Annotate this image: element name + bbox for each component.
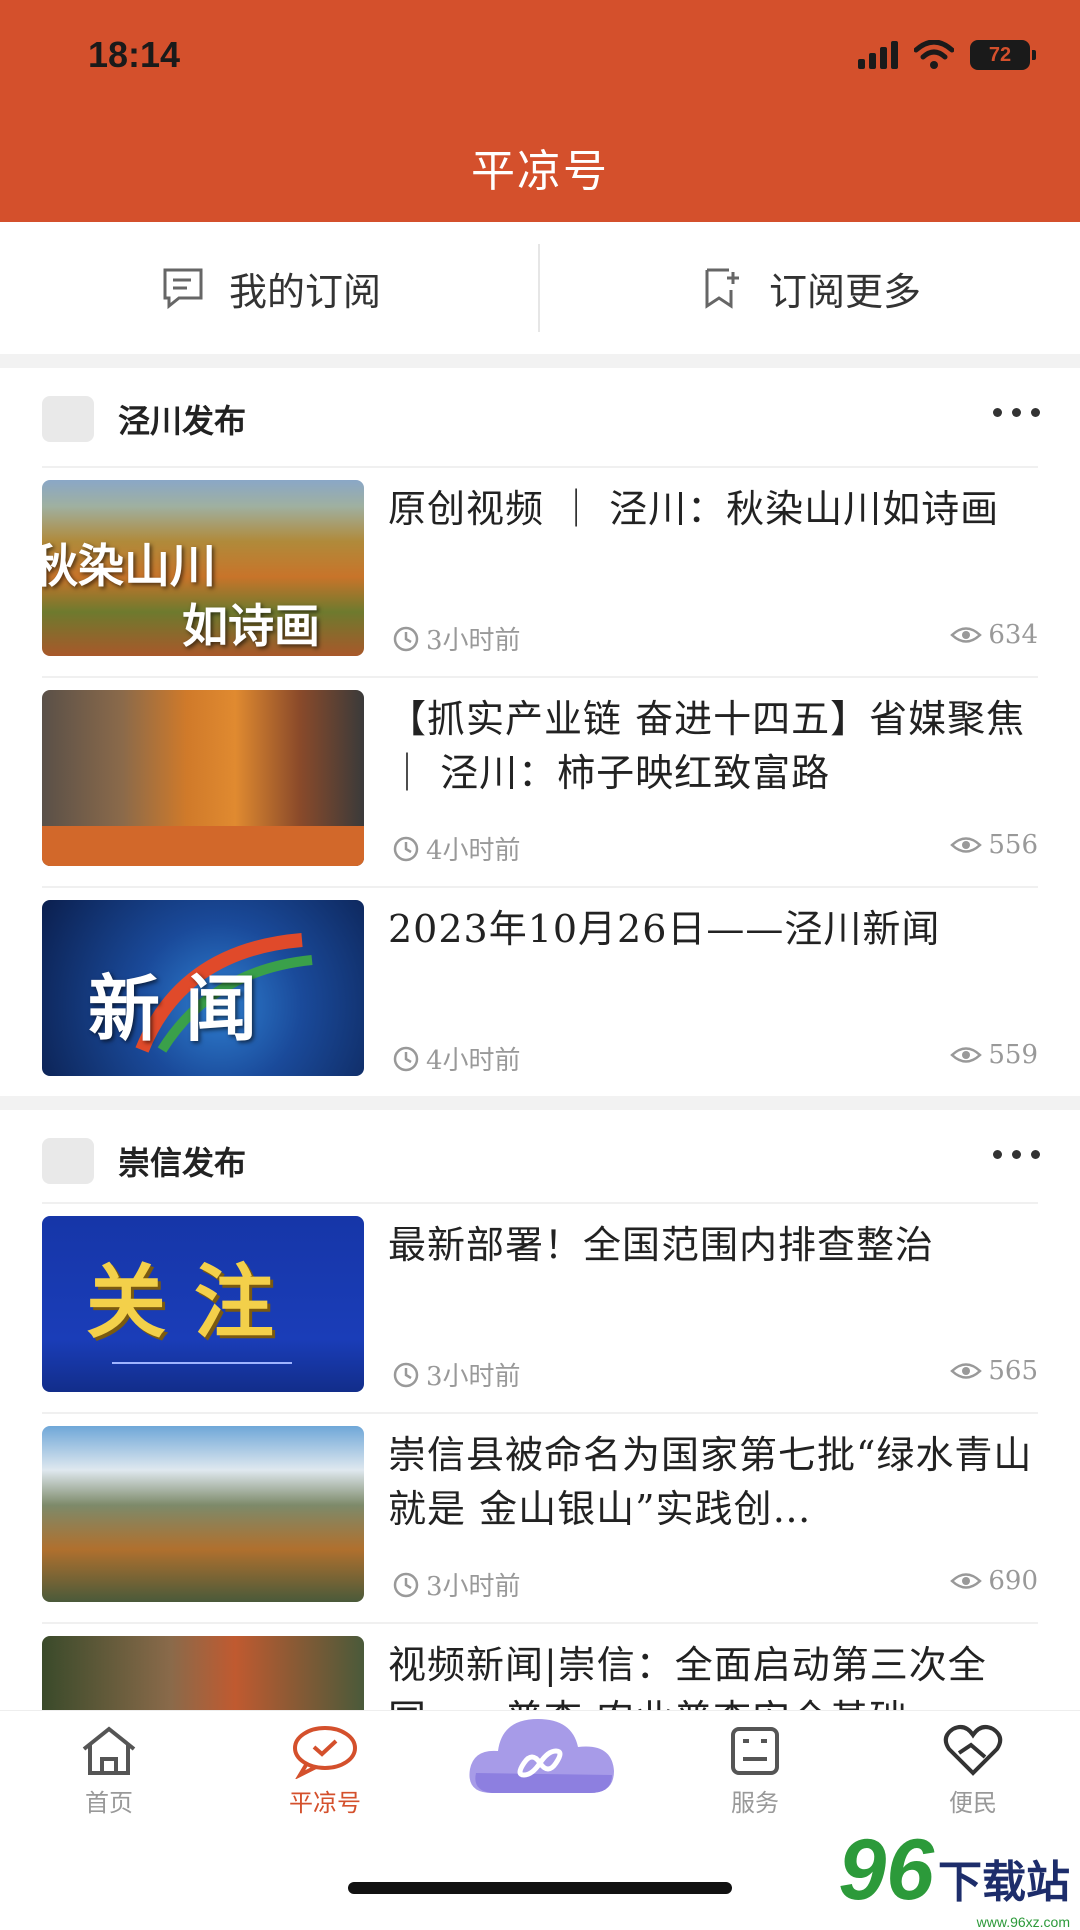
tab-my-subscriptions[interactable]: 我的订阅 [0, 222, 540, 354]
thumbnail-caption: 新 闻 [88, 966, 258, 1051]
article-thumbnail [42, 690, 364, 866]
nav-pingliang-label: 平凉号 [289, 1789, 361, 1817]
clock-icon [393, 1362, 419, 1387]
page-title: 平凉号 [471, 146, 609, 197]
heart-hand-icon [943, 1725, 1003, 1776]
article-views: 556 [950, 830, 1038, 860]
article-time: 3小时前 [392, 1566, 521, 1603]
eye-icon [950, 627, 983, 643]
clock-icon [393, 836, 419, 861]
list-item[interactable]: 关 注 最新部署！全国范围内排查整治 3小时前 565 [0, 1204, 1080, 1414]
clock-icon [393, 626, 419, 651]
app-header: 18:14 72 平凉号 [0, 0, 1080, 222]
more-icon[interactable] [993, 1150, 1040, 1159]
article-time: 4小时前 [392, 1040, 521, 1077]
nav-service[interactable]: 服务 [680, 1723, 830, 1818]
list-item[interactable]: 秋染山川 如诗画 原创视频 ｜ 泾川：秋染山川如诗画 3小时前 634 [0, 468, 1080, 678]
tab-divider [538, 244, 540, 332]
battery-level: 72 [988, 43, 1012, 66]
thumbnail-detail [112, 1362, 292, 1364]
home-indicator [348, 1882, 732, 1894]
eye-icon [950, 837, 983, 853]
more-icon[interactable] [993, 408, 1040, 417]
tab-my-subscriptions-label: 我的订阅 [228, 269, 381, 314]
channel-name: 崇信发布 [118, 1144, 247, 1182]
article-thumbnail: 关 注 [42, 1216, 364, 1392]
nav-pingliang[interactable]: 平凉号 [250, 1723, 400, 1818]
article-time: 3小时前 [392, 620, 521, 657]
nav-home[interactable]: 首页 [34, 1723, 184, 1818]
article-title: 【抓实产业链 奋进十四五】省媒聚焦 ｜ 泾川：柿子映红致富路 [388, 697, 1026, 795]
tab-subscribe-more[interactable]: 订阅更多 [540, 222, 1080, 354]
wifi-icon [914, 40, 954, 69]
section-gap [0, 1096, 1080, 1110]
article-thumbnail [42, 1636, 364, 1710]
nav-convenience[interactable]: 便民 [898, 1723, 1048, 1818]
thumbnail-caption: 秋染山川 [42, 539, 216, 593]
watermark-url: www.96xz.com [976, 1914, 1070, 1930]
tab-subscribe-more-label: 订阅更多 [768, 269, 921, 314]
article-views-count: 565 [988, 1356, 1038, 1386]
channel-name: 泾川发布 [118, 402, 247, 440]
article-thumbnail: 新 闻 [42, 900, 364, 1076]
status-icons: 72 [858, 40, 1036, 70]
watermark-logo: 96 下载站 www.96xz.com [838, 1822, 1070, 1930]
article-views: 690 [950, 1566, 1038, 1596]
article-title: 原创视频 ｜ 泾川：秋染山川如诗画 [388, 487, 1000, 531]
list-item[interactable]: 崇信县被命名为国家第七批“绿水青山就是 金山银山”实践创… 3小时前 690 [0, 1414, 1080, 1624]
add-subscription-icon [705, 268, 739, 309]
sub-tabs: 我的订阅 订阅更多 [0, 222, 1080, 354]
subscription-list-icon [163, 268, 203, 310]
article-views-count: 634 [988, 620, 1038, 650]
channel-header[interactable]: 崇信发布 [0, 1110, 1080, 1210]
cellular-signal-icon [858, 41, 898, 69]
article-views-count: 556 [988, 830, 1038, 860]
article-views: 559 [950, 1040, 1038, 1070]
section-gap [0, 354, 1080, 368]
article-time: 3小时前 [392, 1356, 521, 1393]
thumbnail-detail [42, 826, 364, 866]
channel-header[interactable]: 泾川发布 [0, 368, 1080, 468]
nav-service-label: 服务 [731, 1789, 779, 1817]
article-time-text: 3小时前 [426, 626, 521, 656]
eye-icon [950, 1573, 983, 1589]
nav-home-label: 首页 [85, 1789, 133, 1817]
chat-check-icon [293, 1726, 357, 1779]
eye-icon [950, 1047, 983, 1063]
article-time-text: 4小时前 [426, 836, 521, 866]
article-title: 最新部署！全国范围内排查整治 [388, 1223, 935, 1267]
thumbnail-caption: 如诗画 [182, 599, 320, 653]
channel-avatar [42, 396, 94, 442]
clock-icon [393, 1572, 419, 1597]
article-time-text: 4小时前 [426, 1046, 521, 1076]
eye-icon [950, 1363, 983, 1379]
nav-convenience-label: 便民 [949, 1789, 997, 1817]
article-views-count: 559 [988, 1040, 1038, 1070]
article-title: 2023年10月26日——泾川新闻 [388, 907, 941, 951]
channel-avatar [42, 1138, 94, 1184]
article-views: 634 [950, 620, 1038, 650]
service-icon [731, 1727, 779, 1775]
article-time-text: 3小时前 [426, 1572, 521, 1602]
watermark-text: 下载站 [938, 1858, 1070, 1907]
watermark-number: 96 [838, 1822, 934, 1918]
list-item[interactable]: 视频新闻|崇信：全面启动第三次全国……普查 农业普查安全基础 [0, 1624, 1080, 1710]
article-time-text: 3小时前 [426, 1362, 521, 1392]
article-title: 崇信县被命名为国家第七批“绿水青山就是 金山银山”实践创… [388, 1433, 1033, 1531]
cloud-center-icon [469, 1719, 614, 1793]
article-time: 4小时前 [392, 830, 521, 867]
article-views-count: 690 [988, 1566, 1038, 1596]
list-item[interactable]: 【抓实产业链 奋进十四五】省媒聚焦 ｜ 泾川：柿子映红致富路 4小时前 556 [0, 678, 1080, 888]
thumbnail-caption: 关 注 [86, 1256, 274, 1349]
article-thumbnail: 秋染山川 如诗画 [42, 480, 364, 656]
list-item[interactable]: 新 闻 2023年10月26日——泾川新闻 4小时前 559 [0, 888, 1080, 1098]
clock-icon [393, 1046, 419, 1071]
status-time: 18:14 [88, 34, 181, 75]
nav-center-cloud[interactable] [462, 1705, 622, 1805]
home-icon [82, 1726, 136, 1775]
battery-icon: 72 [970, 40, 1036, 70]
article-views: 565 [950, 1356, 1038, 1386]
article-title: 视频新闻|崇信：全面启动第三次全国……普查 农业普查安全基础 [388, 1643, 987, 1710]
article-thumbnail [42, 1426, 364, 1602]
